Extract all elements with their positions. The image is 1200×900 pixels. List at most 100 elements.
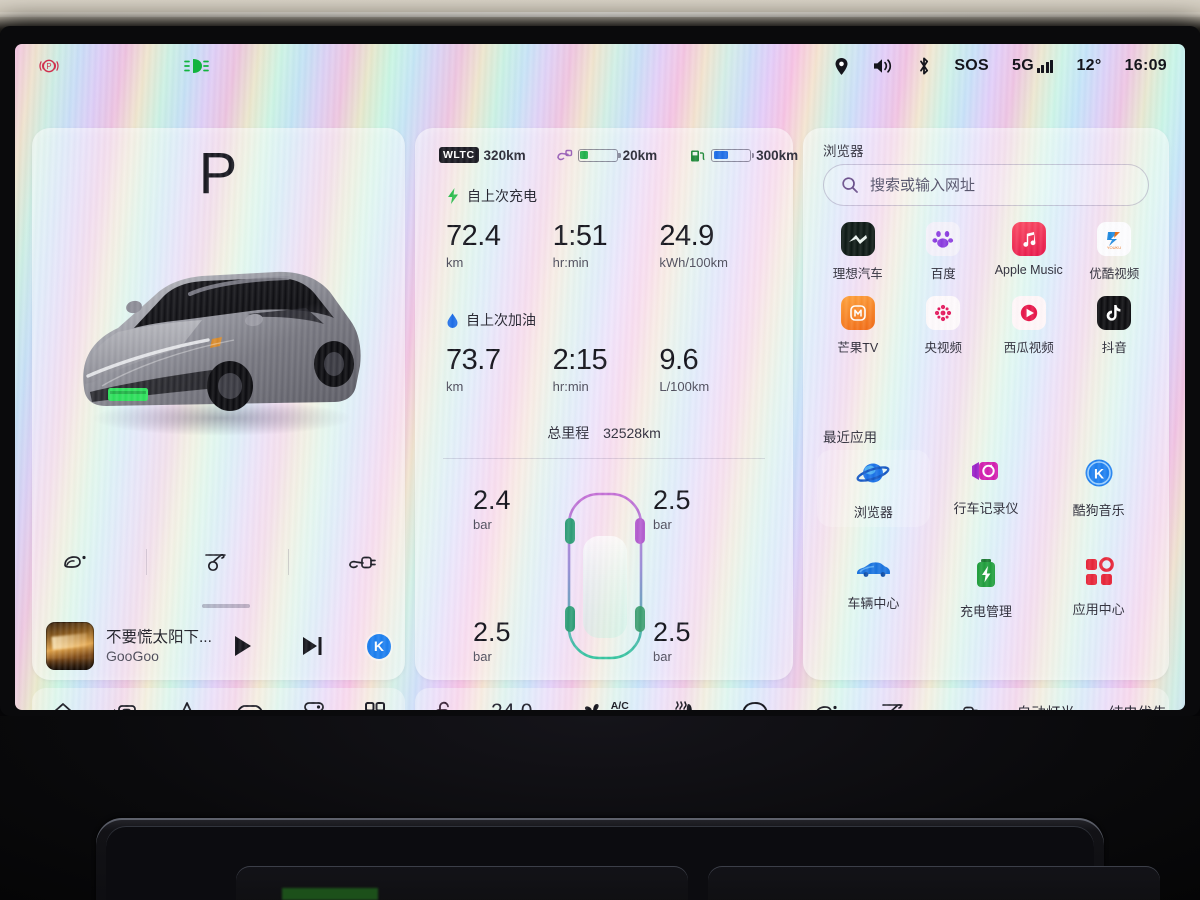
recent-app-dashcam[interactable]: 行车记录仪 [930,450,1043,527]
recent-app-charging[interactable]: 充电管理 [930,549,1043,626]
app-label: 抖音 [1101,341,1127,355]
since-last-charge-block: 自上次充电 72.4 km 1:51 hr:min 24.9 kWh/100km [446,186,766,272]
navigation-icon[interactable] [176,700,198,710]
wltc-range-value: 320km [483,147,526,163]
network-indicator: 5G [1012,57,1054,75]
fan-icon [584,704,599,710]
battery-level-fill [579,150,588,160]
temp-decrease-button[interactable]: ‹ [477,704,482,711]
signal-bars-icon [1036,59,1054,73]
range-row: WLTC 320km 20km 300km [415,144,798,166]
app-li-auto[interactable]: 理想汽车 [815,222,901,282]
tire-value: 2.5 [473,617,511,647]
temperature-control: ‹ 24.0 › [477,700,547,710]
bluetooth-icon[interactable] [917,56,931,76]
recent-app-kugou[interactable]: K 酷狗音乐 [1042,450,1155,527]
charge-port-icon[interactable] [345,551,377,573]
stat-fuel-duration: 2:15 hr:min [553,342,660,396]
ac-label-group: A/C ON [611,701,629,711]
seat-heater-icon[interactable] [669,699,701,710]
app-baidu[interactable]: 百度 [901,222,987,282]
stat-unit: km [446,255,464,270]
app-grid: 理想汽车 百度 Apple Music YOUKU 优酷视频 芒果TV 央视频 … [815,222,1157,356]
tire-front-right: 2.5 bar [653,484,691,533]
fuel-range: 300km [689,148,798,163]
fuel-level-fill [713,150,729,160]
dashcam-icon[interactable] [112,701,140,710]
stat-charge-duration: 1:51 hr:min [553,218,660,272]
tire-pressure-section: 2.4 bar 2.5 bar 2.5 bar 2.5 bar [415,472,793,672]
recent-app-label: 浏览器 [853,505,893,520]
app-xigua-video[interactable]: 西瓜视频 [986,296,1072,356]
sos-button[interactable]: SOS [954,57,989,75]
tire-front-left: 2.4 bar [473,484,511,533]
settings-icon[interactable] [301,700,327,710]
stat-fuel-consumption: 9.6 L/100km [659,342,766,396]
search-bar[interactable] [823,164,1149,206]
since-fuel-label: 自上次加油 [466,312,536,328]
temp-increase-button[interactable]: › [542,704,547,711]
music-source-badge[interactable]: K [366,633,391,659]
track-title: 不要慌太阳下... [106,628,212,646]
dashcam-icon [971,462,998,480]
app-apple-music[interactable]: Apple Music [986,222,1072,282]
rear-defrost-icon[interactable] [739,699,771,710]
stat-value: 72.4 [446,220,501,252]
recent-app-app-center[interactable]: 应用中心 [1042,549,1155,626]
unlock-icon[interactable] [431,699,455,710]
battery-ev-icon [556,149,572,160]
tire-unit: bar [473,649,492,664]
mode-auto-light[interactable]: 自动灯光 [1017,702,1075,711]
stat-charge-distance: 72.4 km [446,218,553,272]
app-douyin[interactable]: 抖音 [1072,296,1158,356]
battery-level-bar [577,148,621,162]
charge-port-icon[interactable] [947,701,979,710]
apps-grid-icon[interactable] [363,700,387,710]
vehicle-icon[interactable] [235,701,265,710]
browser-panel: 浏览器 理想汽车 [803,128,1169,680]
recent-app-vehicle-center[interactable]: 车辆中心 [817,549,930,626]
headlight-icon[interactable] [60,551,90,573]
search-input[interactable] [870,176,1110,194]
status-bar: P SOS 5G 12° 16:09 [15,44,1185,88]
stat-value: 73.7 [446,344,501,376]
recent-apps-title: 最近应用 [823,430,877,445]
app-cctv-video[interactable]: 央视频 [901,296,987,356]
app-label: 西瓜视频 [1003,341,1054,355]
wltc-range: WLTC 320km [439,147,526,163]
gear-indicator: P [198,141,239,206]
search-icon [842,177,858,193]
recent-app-browser[interactable]: 浏览器 [817,450,930,527]
svg-text:K: K [1094,466,1104,482]
app-label: 央视频 [924,341,962,355]
outside-temperature: 12° [1076,57,1102,74]
app-center-icon [1085,557,1114,585]
charging-battery-icon [976,559,995,587]
home-icon[interactable] [50,700,76,710]
ac-control[interactable]: A/C ON [581,700,629,710]
tire-unit: bar [473,517,492,532]
section-divider [443,458,765,459]
volume-icon[interactable] [872,57,894,75]
location-pin-icon[interactable] [834,57,849,76]
fuel-drop-icon [447,313,458,328]
air-vent-housing [96,818,1160,900]
tire-value: 2.5 [653,485,691,515]
wiper-icon[interactable] [202,550,232,574]
tire-value: 2.5 [653,617,691,647]
mode-ev-priority[interactable]: 纯电优先 [1109,702,1167,711]
headlight-icon[interactable] [811,701,841,710]
panel-drag-handle[interactable] [202,604,250,608]
battery-range: 20km [556,148,657,163]
play-button[interactable] [229,633,255,659]
tire-value: 2.4 [473,485,511,515]
kugou-music-icon: K [1085,459,1113,487]
tire-unit: bar [653,517,672,532]
stat-value: 2:15 [552,344,608,376]
temperature-value[interactable]: 24.0 [491,700,533,710]
app-mangotv[interactable]: 芒果TV [815,296,901,356]
fuel-range-value: 300km [756,147,799,163]
next-track-button[interactable] [299,633,325,659]
wiper-icon[interactable] [879,700,909,710]
app-youku[interactable]: YOUKU 优酷视频 [1072,222,1158,282]
